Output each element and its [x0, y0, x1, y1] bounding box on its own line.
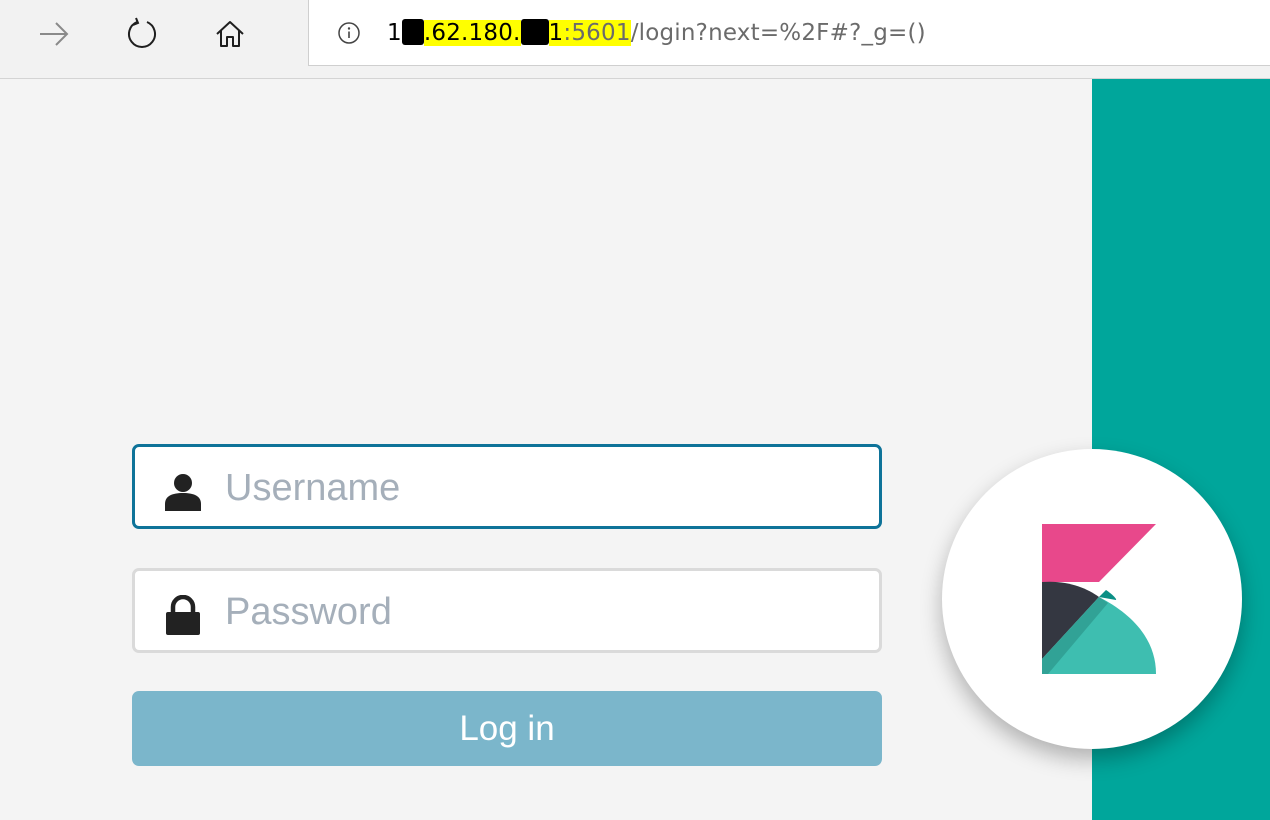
password-input[interactable] — [223, 583, 857, 641]
kibana-logo — [942, 449, 1242, 749]
password-field[interactable] — [132, 568, 882, 653]
url-host-end: 1 — [548, 20, 564, 46]
username-input[interactable] — [223, 459, 857, 517]
address-url[interactable]: 1.62.180. 1:5601/login?next=%2F#?_g=() — [387, 19, 926, 46]
redaction-mark — [520, 19, 549, 45]
username-field[interactable] — [132, 444, 882, 529]
login-button[interactable]: Log in — [132, 691, 882, 766]
info-icon[interactable] — [338, 22, 360, 44]
reload-icon — [128, 17, 156, 48]
user-icon — [165, 474, 201, 511]
kibana-logo-icon — [1042, 524, 1156, 674]
url-port: :5601 — [563, 20, 631, 46]
reload-button[interactable] — [118, 10, 166, 58]
forward-button[interactable] — [30, 10, 78, 58]
browser-toolbar: 1.62.180. 1:5601/login?next=%2F#?_g=() — [0, 0, 1270, 79]
lock-icon — [166, 595, 200, 635]
url-host-middle: .62.180. — [423, 20, 521, 46]
home-icon — [216, 21, 244, 47]
url-host-prefix: 1 — [387, 20, 402, 46]
arrow-right-icon — [40, 22, 69, 46]
url-path: /login?next=%2F#?_g=() — [630, 20, 926, 46]
address-bar[interactable]: 1.62.180. 1:5601/login?next=%2F#?_g=() — [308, 0, 1270, 66]
home-button[interactable] — [206, 10, 254, 58]
redaction-mark — [401, 19, 424, 45]
